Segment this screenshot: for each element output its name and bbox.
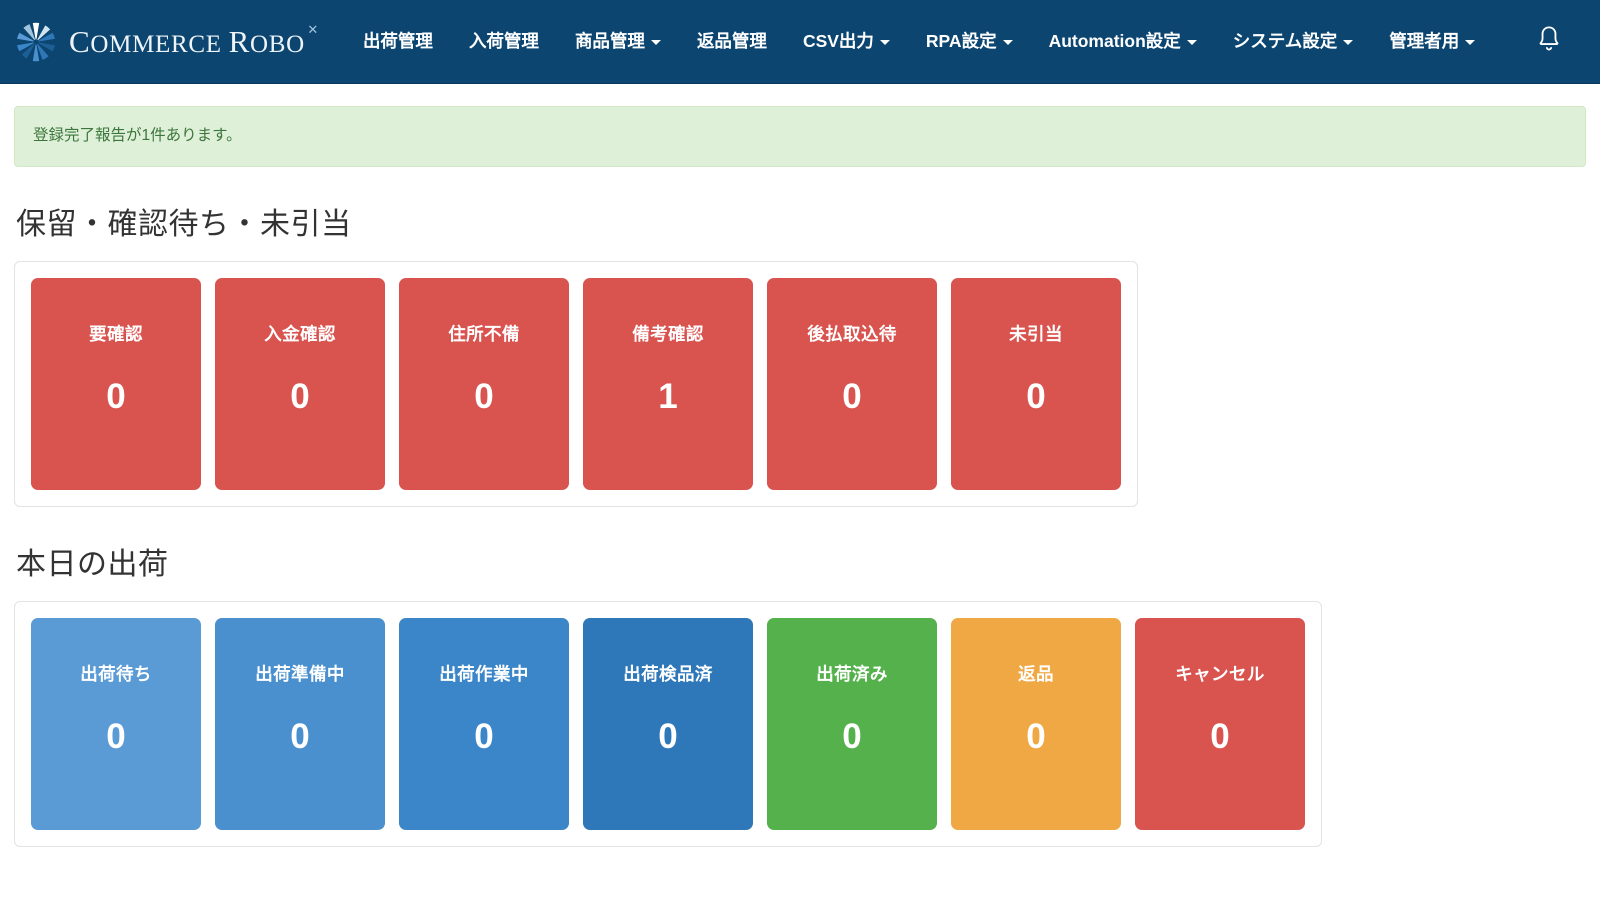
status-alert-banner: 登録完了報告が1件あります。 bbox=[14, 106, 1586, 167]
chevron-down-icon bbox=[1343, 40, 1354, 45]
card-remarks-confirmation[interactable]: 備考確認 1 bbox=[583, 277, 753, 490]
nav-item-products[interactable]: 商品管理 bbox=[557, 23, 679, 61]
card-label: 返品 bbox=[1018, 663, 1054, 684]
card-deferred-payment-import[interactable]: 後払取込待 0 bbox=[767, 277, 937, 490]
card-requires-confirmation[interactable]: 要確認 0 bbox=[31, 277, 201, 490]
nav-item-rpa-settings[interactable]: RPA設定 bbox=[908, 23, 1031, 61]
brand-text-ommerce: OMMERCE bbox=[90, 31, 229, 58]
nav-item-csv-export[interactable]: CSV出力 bbox=[785, 23, 908, 61]
chevron-down-icon bbox=[1002, 40, 1013, 45]
card-preparing-shipment[interactable]: 出荷準備中 0 bbox=[215, 617, 385, 830]
nav-item-system-settings[interactable]: システム設定 bbox=[1215, 23, 1371, 61]
nav-item-label: 出荷管理 bbox=[362, 30, 433, 51]
card-label: 出荷作業中 bbox=[439, 663, 529, 684]
card-address-incomplete[interactable]: 住所不備 0 bbox=[399, 277, 569, 490]
nav-item-label: 返品管理 bbox=[696, 30, 767, 51]
brand-wordmark: COMMERCE ROBO ✕ bbox=[69, 22, 319, 59]
alert-message: 登録完了報告が1件あります。 bbox=[33, 127, 242, 144]
card-value: 0 bbox=[1210, 717, 1230, 757]
card-label: 出荷済み bbox=[816, 663, 888, 684]
card-label: 未引当 bbox=[1009, 323, 1063, 344]
card-value: 0 bbox=[474, 717, 494, 757]
card-shipment-in-progress[interactable]: 出荷作業中 0 bbox=[399, 617, 569, 830]
nav-item-label: システム設定 bbox=[1232, 30, 1338, 51]
nav-item-label: 入荷管理 bbox=[468, 30, 539, 51]
card-label: 出荷待ち bbox=[80, 663, 152, 684]
card-value: 0 bbox=[106, 717, 126, 757]
nav-item-returns[interactable]: 返品管理 bbox=[679, 23, 785, 61]
nav-item-admin[interactable]: 管理者用 bbox=[1371, 23, 1493, 61]
card-value: 0 bbox=[290, 717, 310, 757]
navbar-menu: 出荷管理 入荷管理 商品管理 返品管理 CSV出力 RPA設定 Automati… bbox=[345, 0, 1493, 83]
bell-icon bbox=[1536, 25, 1562, 58]
card-returned[interactable]: 返品 0 bbox=[951, 617, 1121, 830]
chevron-down-icon bbox=[1465, 40, 1476, 45]
chevron-down-icon bbox=[650, 40, 661, 45]
nav-item-label: 商品管理 bbox=[574, 30, 645, 51]
card-value: 0 bbox=[1026, 377, 1046, 417]
card-value: 0 bbox=[658, 717, 678, 757]
brand-star-icon: ✕ bbox=[307, 22, 319, 37]
card-value: 0 bbox=[290, 377, 310, 417]
chevron-down-icon bbox=[879, 40, 890, 45]
card-label: 要確認 bbox=[89, 323, 143, 344]
card-shipped[interactable]: 出荷済み 0 bbox=[767, 617, 937, 830]
card-label: 後払取込待 bbox=[807, 323, 897, 344]
card-awaiting-shipment[interactable]: 出荷待ち 0 bbox=[31, 617, 201, 830]
brand-logo[interactable]: COMMERCE ROBO ✕ bbox=[14, 20, 319, 64]
main-navbar: COMMERCE ROBO ✕ 出荷管理 入荷管理 商品管理 返品管理 CSV出… bbox=[0, 0, 1600, 84]
card-value: 1 bbox=[658, 377, 678, 417]
card-payment-confirmation[interactable]: 入金確認 0 bbox=[215, 277, 385, 490]
card-value: 0 bbox=[842, 717, 862, 757]
nav-item-receiving[interactable]: 入荷管理 bbox=[451, 23, 557, 61]
card-unallocated[interactable]: 未引当 0 bbox=[951, 277, 1121, 490]
brand-text-r: R bbox=[228, 24, 251, 59]
card-label: キャンセル bbox=[1175, 663, 1265, 684]
nav-item-label: 管理者用 bbox=[1389, 30, 1460, 51]
nav-item-label: RPA設定 bbox=[925, 30, 997, 51]
card-value: 0 bbox=[842, 377, 862, 417]
card-label: 出荷準備中 bbox=[255, 663, 345, 684]
card-value: 0 bbox=[106, 377, 126, 417]
nav-item-label: CSV出力 bbox=[802, 30, 874, 51]
card-label: 出荷検品済 bbox=[623, 663, 713, 684]
nav-item-label: Automation設定 bbox=[1048, 30, 1181, 51]
card-value: 0 bbox=[1026, 717, 1046, 757]
panel-pending-cards: 要確認 0 入金確認 0 住所不備 0 備考確認 1 後払取込待 0 未引当 0 bbox=[14, 260, 1138, 507]
nav-item-shipping[interactable]: 出荷管理 bbox=[345, 23, 451, 61]
page-content: 登録完了報告が1件あります。 保留・確認待ち・未引当 要確認 0 入金確認 0 … bbox=[0, 106, 1600, 847]
brand-text-c: C bbox=[69, 24, 91, 59]
section-title-pending: 保留・確認待ち・未引当 bbox=[16, 207, 352, 241]
notification-bell-button[interactable] bbox=[1532, 24, 1566, 60]
brand-text-obo: OBO bbox=[250, 31, 305, 58]
nav-item-automation-settings[interactable]: Automation設定 bbox=[1031, 23, 1215, 61]
card-label: 住所不備 bbox=[448, 323, 520, 344]
section-title-today-shipping: 本日の出荷 bbox=[16, 547, 169, 581]
pinwheel-logo-icon bbox=[14, 20, 58, 64]
card-cancelled[interactable]: キャンセル 0 bbox=[1135, 617, 1305, 830]
navbar-right-actions bbox=[1532, 24, 1576, 60]
chevron-down-icon bbox=[1186, 40, 1197, 45]
panel-today-shipping-cards: 出荷待ち 0 出荷準備中 0 出荷作業中 0 出荷検品済 0 出荷済み 0 返品… bbox=[14, 600, 1322, 847]
card-value: 0 bbox=[474, 377, 494, 417]
card-shipment-inspected[interactable]: 出荷検品済 0 bbox=[583, 617, 753, 830]
card-label: 入金確認 bbox=[264, 323, 336, 344]
card-label: 備考確認 bbox=[632, 323, 704, 344]
